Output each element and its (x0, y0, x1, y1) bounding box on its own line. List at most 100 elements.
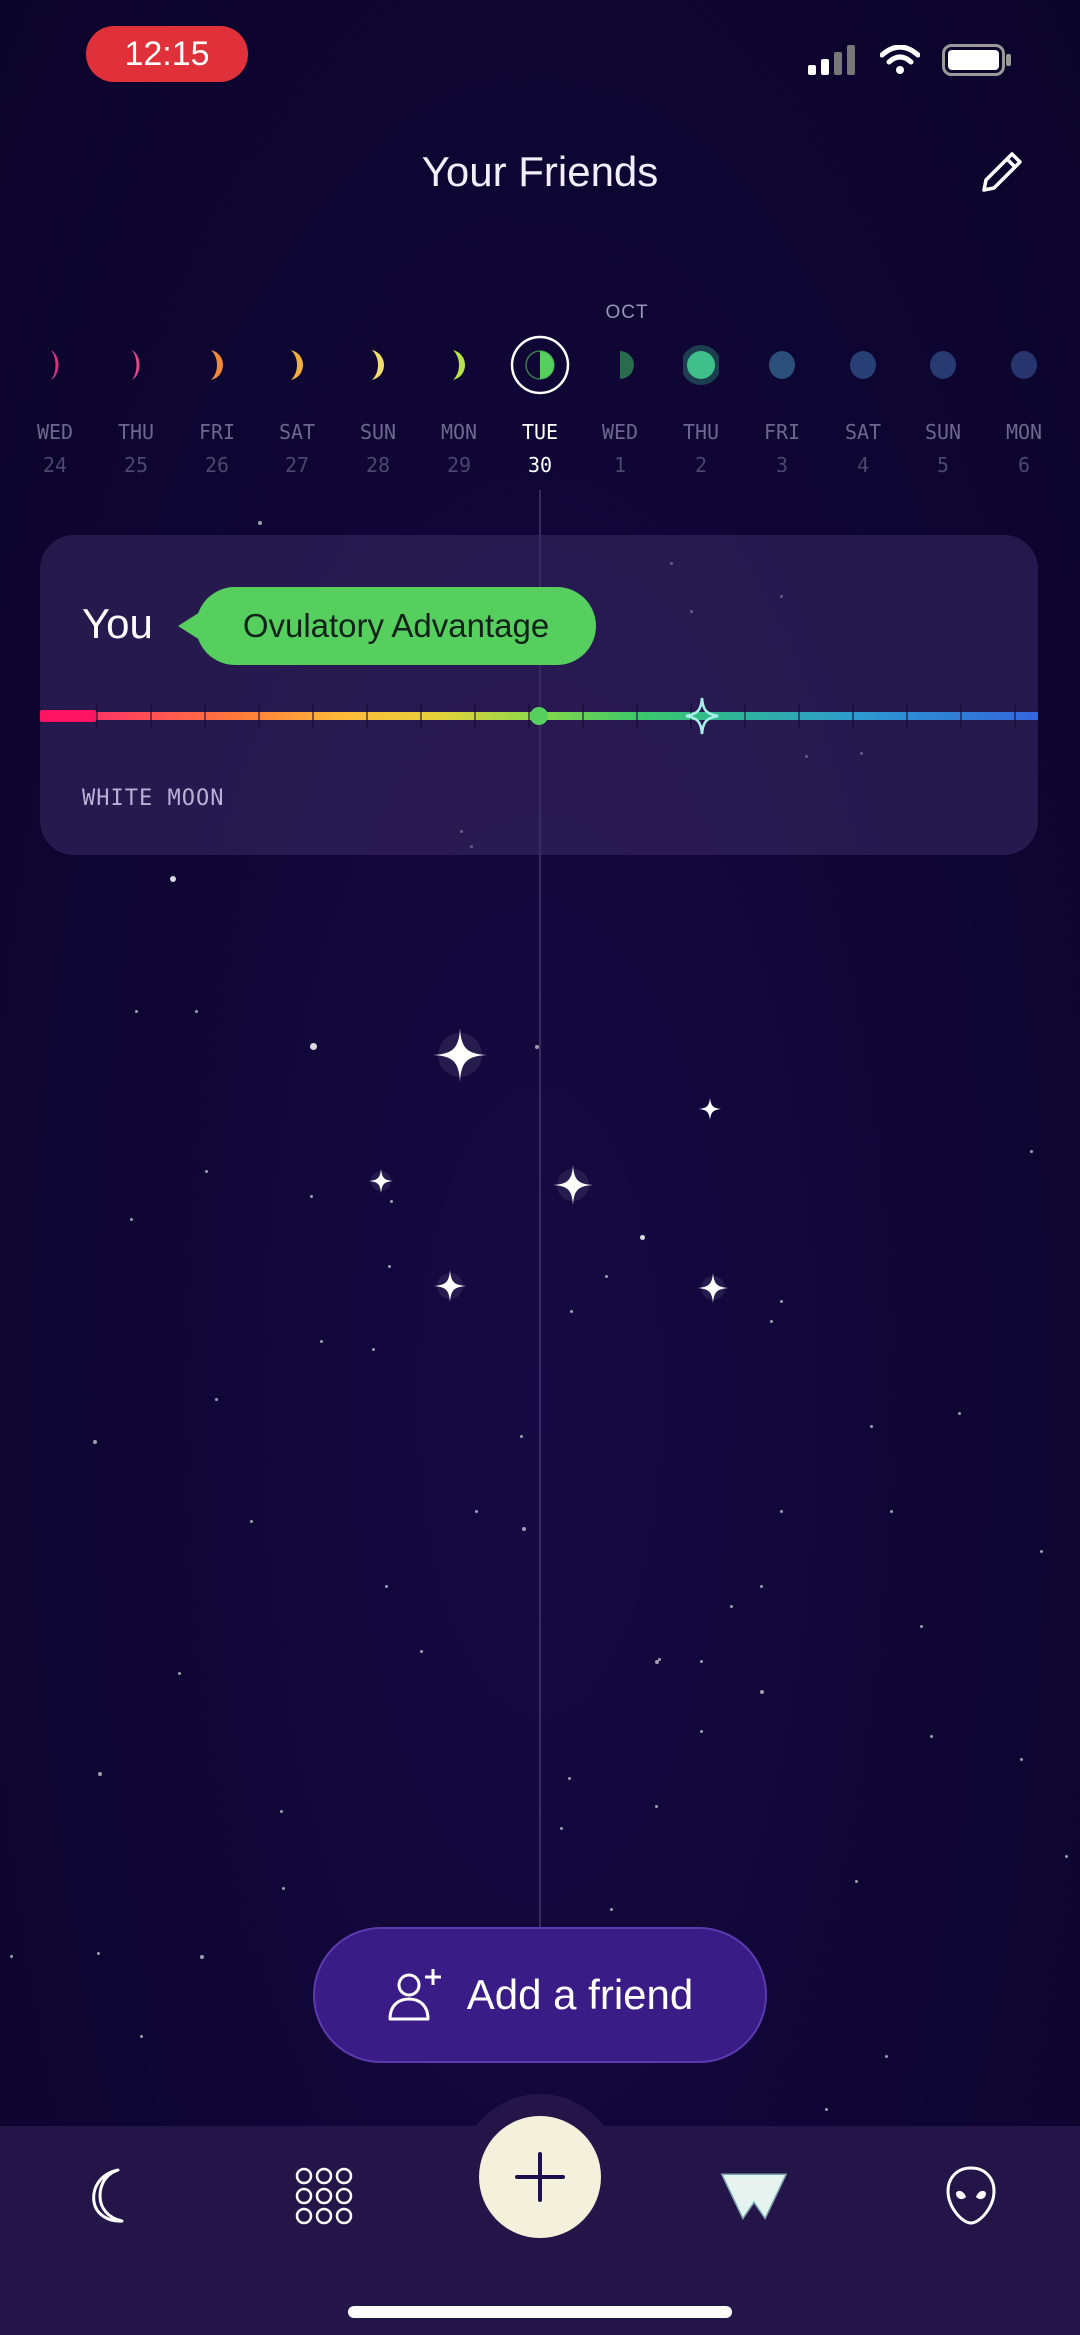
sparkle-icon (433, 1028, 487, 1082)
page-title: Your Friends (421, 148, 659, 195)
day-name: THU (682, 420, 720, 444)
day-name: SAT (278, 420, 316, 444)
tab-profile[interactable] (935, 2160, 1007, 2232)
day-item[interactable]: FRI 3 (742, 340, 822, 490)
spectrum-tick (636, 704, 638, 728)
cycle-start-marker (40, 710, 96, 722)
sparkle-icon (699, 1098, 721, 1120)
day-item[interactable]: WED 1 (580, 340, 660, 490)
day-number: 4 (856, 453, 870, 477)
star (560, 1827, 563, 1830)
moon-type-label: WHITE MOON (82, 786, 225, 811)
tab-grid[interactable] (288, 2160, 360, 2232)
star (930, 1735, 933, 1738)
star (520, 1435, 523, 1438)
day-item[interactable]: TUE 30 (500, 335, 580, 490)
spectrum-tick (366, 704, 368, 728)
day-item[interactable]: FRI 26 (177, 340, 257, 490)
wifi-icon (880, 45, 920, 74)
day-name: WED (36, 420, 74, 444)
day-name: FRI (198, 420, 236, 444)
spectrum-tick (744, 704, 746, 728)
star (97, 1952, 100, 1955)
moon-phase-icon (211, 350, 223, 380)
star (700, 1730, 703, 1733)
day-number: 26 (204, 453, 230, 477)
moon-phase-icon (1011, 351, 1037, 379)
tab-moon[interactable] (74, 2160, 146, 2232)
moon-phase-icon (51, 350, 59, 380)
star (10, 1955, 13, 1958)
day-item[interactable]: MON 29 (419, 340, 499, 490)
moon-phase-icon (850, 351, 876, 379)
day-item[interactable]: WED 24 (15, 340, 95, 490)
star (570, 1310, 573, 1313)
star (760, 1690, 764, 1694)
star (1020, 1758, 1023, 1761)
moon-phase-icon (372, 350, 384, 380)
star (385, 1585, 388, 1588)
day-item[interactable]: SUN 28 (338, 340, 418, 490)
add-friend-button[interactable]: Add a friend (313, 1927, 767, 2063)
spectrum-tick (582, 704, 584, 728)
day-number: 6 (1017, 453, 1031, 477)
crown-icon (721, 2173, 787, 2220)
star (958, 1412, 961, 1415)
star (605, 1275, 608, 1278)
day-item[interactable]: SUN 5 (903, 340, 983, 490)
star (320, 1340, 323, 1343)
star (170, 876, 176, 882)
day-name: MON (440, 420, 478, 444)
spectrum-tick (96, 704, 98, 728)
spectrum-tick (1014, 704, 1016, 728)
star (140, 2035, 143, 2038)
star (1040, 1550, 1043, 1553)
signal-icon (808, 45, 855, 75)
star (522, 1527, 526, 1531)
plus-icon (515, 2152, 565, 2202)
star (730, 1605, 733, 1608)
sparkle-icon (434, 1270, 466, 1302)
add-entry-button[interactable] (479, 2116, 601, 2238)
you-label: You (82, 600, 153, 647)
star (130, 1218, 133, 1221)
star (610, 1908, 613, 1911)
star (885, 2055, 888, 2058)
star (640, 1235, 645, 1240)
star (920, 1625, 923, 1628)
star (1065, 1855, 1068, 1858)
star (388, 1265, 391, 1268)
star (310, 1195, 313, 1198)
day-name: SUN (924, 420, 962, 444)
star (700, 1660, 703, 1663)
star (178, 1672, 181, 1675)
star (258, 521, 262, 525)
moon-phase-icon (683, 345, 719, 385)
tab-friends[interactable] (718, 2160, 790, 2232)
edit-button[interactable] (974, 146, 1028, 200)
star (215, 1398, 218, 1401)
day-name: SAT (844, 420, 882, 444)
day-name: THU (117, 420, 155, 444)
day-name: FRI (763, 420, 801, 444)
month-label: OCT (605, 302, 649, 323)
phase-badge: Ovulatory Advantage (178, 587, 596, 665)
day-number: 27 (284, 453, 310, 477)
star (475, 1510, 478, 1513)
star (93, 1440, 97, 1444)
day-item[interactable]: THU 25 (96, 340, 176, 490)
day-item[interactable]: SAT 27 (257, 340, 337, 490)
day-item[interactable]: MON 6 (984, 340, 1064, 490)
spectrum-tick (960, 704, 962, 728)
day-item[interactable]: THU 2 (661, 340, 741, 490)
day-item[interactable]: SAT 4 (823, 340, 903, 490)
battery-icon (942, 44, 1011, 76)
day-name: WED (601, 420, 639, 444)
moon-phase-icon (620, 351, 634, 379)
day-number: 1 (613, 453, 627, 477)
spectrum-tick (906, 704, 908, 728)
star (655, 1660, 659, 1664)
spectrum-tick (204, 704, 206, 728)
spectrum-tick (852, 704, 854, 728)
status-icons (808, 44, 1012, 76)
